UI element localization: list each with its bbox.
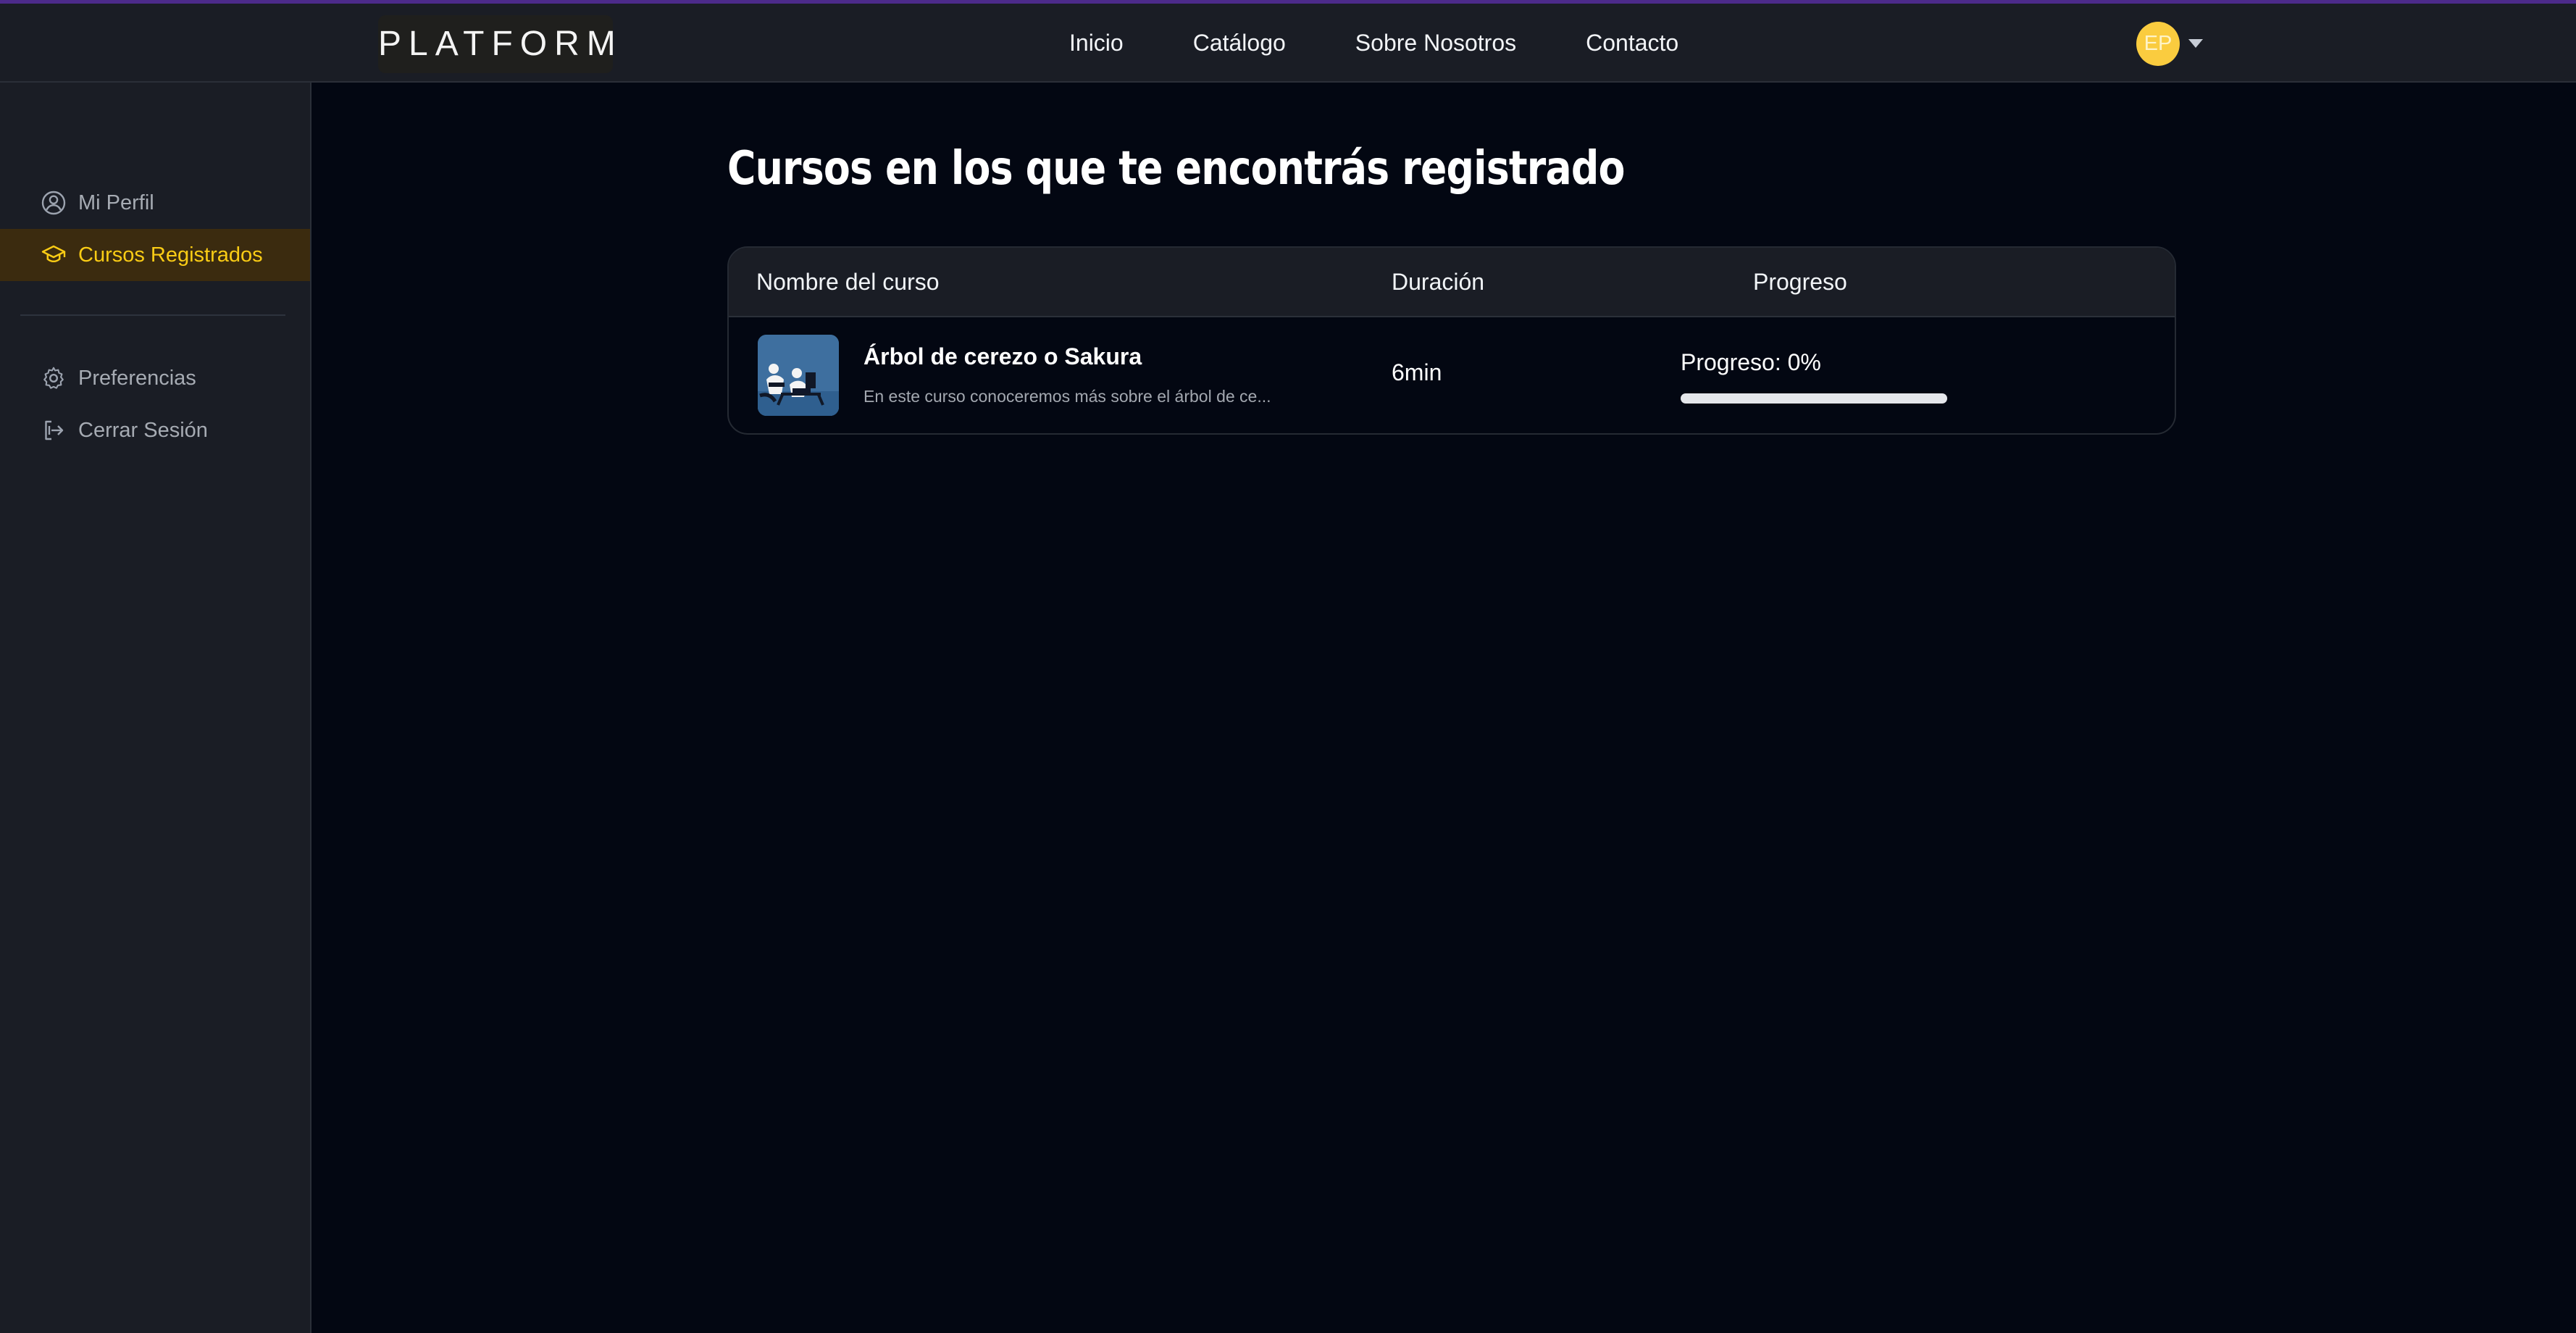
sidebar-item-label: Preferencias — [78, 366, 196, 390]
course-thumbnail[interactable] — [758, 335, 839, 416]
sidebar-item-preferencias[interactable]: Preferencias — [0, 352, 310, 404]
course-duration: 6min — [1392, 359, 1442, 385]
course-progress-bar — [1681, 393, 1947, 404]
course-progress-label: Progreso: 0% — [1681, 349, 1821, 375]
gear-icon — [43, 367, 64, 389]
top-navigation-bar: PLATFORM Inicio Catálogo Sobre Nosotros … — [0, 4, 2576, 83]
sidebar-item-label: Cerrar Sesión — [78, 418, 208, 442]
graduation-cap-icon — [41, 245, 66, 263]
nav-link-inicio[interactable]: Inicio — [1069, 30, 1124, 57]
nav-link-sobre-nosotros[interactable]: Sobre Nosotros — [1355, 30, 1516, 57]
column-progress: Progreso — [1753, 269, 1847, 295]
platform-logo[interactable]: PLATFORM — [378, 15, 616, 73]
logout-icon — [45, 420, 64, 440]
sidebar-item-cerrar-sesion[interactable]: Cerrar Sesión — [0, 404, 310, 456]
registered-courses-page: PLATFORM Inicio Catálogo Sobre Nosotros … — [0, 0, 2576, 1333]
user-menu-button[interactable]: EP — [2136, 21, 2203, 66]
chevron-down-icon[interactable] — [2188, 39, 2203, 48]
nav-link-contacto[interactable]: Contacto — [1586, 30, 1678, 57]
user-circle-icon — [41, 191, 66, 215]
sidebar-item-label: Cursos Registrados — [78, 243, 263, 267]
course-row[interactable]: Árbol de cerezo o Sakura En este curso c… — [729, 317, 2175, 433]
sidebar-item-cursos-registrados[interactable]: Cursos Registrados — [0, 229, 310, 281]
main-content: Cursos en los que te encontrás registrad… — [311, 83, 2576, 1333]
sidebar-item-mi-perfil[interactable]: Mi Perfil — [0, 177, 310, 229]
account-sidebar: Mi Perfil Cursos Registrados Preferencia… — [0, 83, 311, 1333]
course-table-header: Nombre del curso Duración Progreso — [729, 248, 2175, 317]
course-thumbnail-illustration — [758, 335, 839, 416]
page-title: Cursos en los que te encontrás registrad… — [727, 142, 1625, 196]
column-course-name: Nombre del curso — [756, 269, 940, 295]
nav-link-catalogo[interactable]: Catálogo — [1193, 30, 1286, 57]
user-avatar[interactable]: EP — [2136, 21, 2180, 66]
sidebar-divider — [20, 314, 285, 316]
primary-navigation: Inicio Catálogo Sobre Nosotros Contacto — [1069, 4, 1678, 83]
registered-courses-table: Nombre del curso Duración Progreso Árbol… — [727, 246, 2176, 435]
course-description: En este curso conoceremos más sobre el á… — [863, 387, 1271, 406]
sidebar-item-label: Mi Perfil — [78, 191, 154, 214]
column-duration: Duración — [1392, 269, 1485, 295]
course-title[interactable]: Árbol de cerezo o Sakura — [863, 343, 1142, 370]
